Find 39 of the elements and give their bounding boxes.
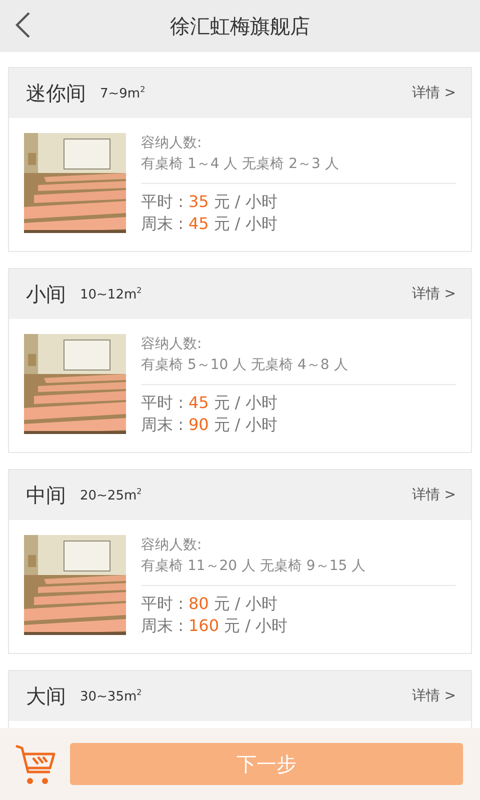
price-label: 周末 : [141, 213, 184, 235]
room-name: 迷你间 [26, 80, 86, 106]
capacity-label: 容纳人数: [141, 536, 203, 555]
details-link[interactable]: 详情 > [412, 285, 456, 303]
room-area: 10~12m$^{2}$ [80, 286, 142, 302]
room-name: 中间 [26, 482, 66, 508]
room-name: 大间 [26, 682, 66, 710]
price-label: 平时 : [141, 392, 184, 414]
price-unit: 元 / 小时 [224, 615, 288, 637]
room-name: 小间 [26, 280, 66, 308]
room-area: 30~35m$^{2}$ [80, 688, 142, 704]
price-label: 周末 : [141, 414, 184, 436]
price-unit: 元 / 小时 [214, 213, 278, 235]
capacity-label: 容纳人数: [141, 335, 203, 354]
page-title: 徐汇虹梅旗舰店 [170, 12, 310, 40]
capacity-label: 容纳人数: [141, 134, 203, 153]
price-amount: 45 [188, 392, 209, 414]
price-amount: 45 [188, 213, 209, 235]
cart-button[interactable] [14, 742, 56, 786]
price-amount: 35 [188, 191, 209, 213]
price-unit: 元 / 小时 [214, 414, 278, 436]
price-amount: 160 [188, 615, 220, 637]
price-unit: 元 / 小时 [214, 191, 278, 213]
capacity-text: 有桌椅 11～20 人 无桌椅 9～15 人 [141, 557, 367, 576]
details-link[interactable]: 详情 > [412, 84, 456, 102]
capacity-text: 有桌椅 5～10 人 无桌椅 4～8 人 [141, 356, 349, 375]
price-label: 平时 : [141, 593, 184, 615]
room-area: 20~25m$^{2}$ [80, 486, 142, 504]
room-area: 7~9m$^{2}$ [100, 84, 146, 102]
price-amount: 90 [188, 414, 209, 436]
details-link[interactable]: 详情 > [412, 486, 456, 504]
details-link[interactable]: 详情 > [412, 687, 456, 705]
price-label: 平时 : [141, 191, 184, 213]
price-unit: 元 / 小时 [214, 593, 278, 615]
price-amount: 80 [188, 593, 209, 615]
cart-icon [14, 742, 56, 786]
price-unit: 元 / 小时 [214, 392, 278, 414]
capacity-text: 有桌椅 1～4 人 无桌椅 2～3 人 [141, 155, 340, 174]
price-label: 周末 : [141, 615, 184, 637]
